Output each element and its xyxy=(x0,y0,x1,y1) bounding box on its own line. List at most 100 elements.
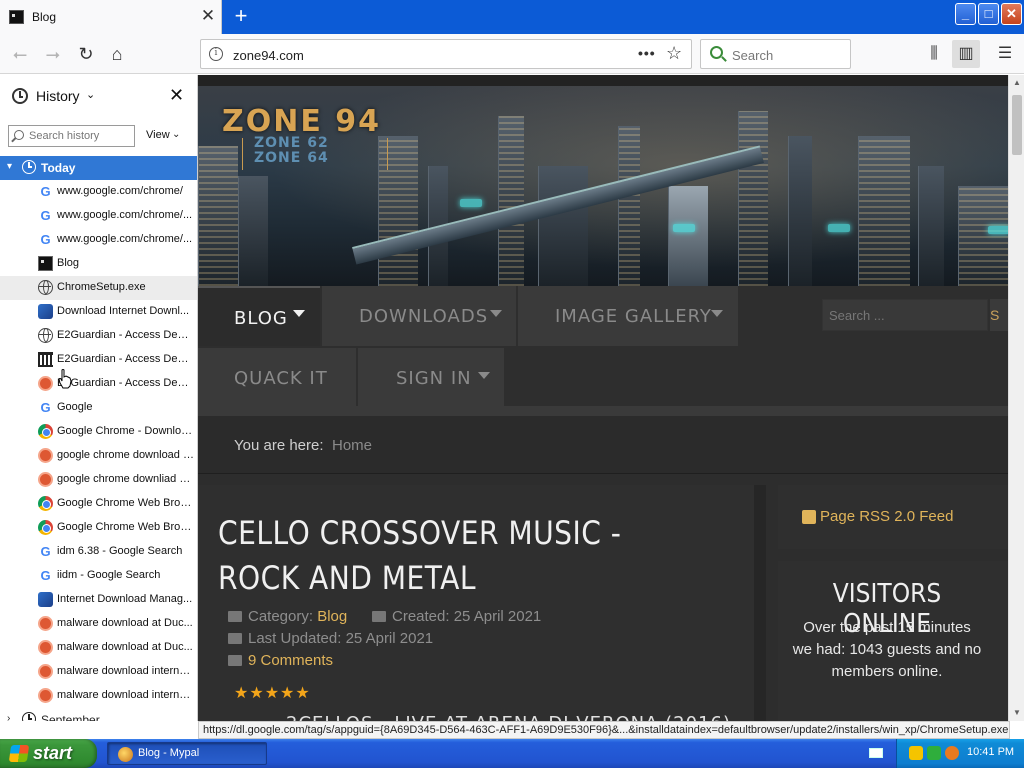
history-sidebar: History ⌄ ✕ View ⌄ ▾ Today Gwww.google.c… xyxy=(0,75,198,721)
page-content: ZONE 94 ZONE 62 ZONE 64 BLOG DOWNLOADS I… xyxy=(198,75,1008,721)
chevron-down-icon[interactable]: ⌄ xyxy=(172,129,180,140)
rss-icon xyxy=(802,510,816,524)
history-item[interactable]: Blog xyxy=(0,252,197,276)
url-bar[interactable]: i zone94.com ••• ☆ xyxy=(200,39,692,69)
history-item-label: Google Chrome Web Brow... xyxy=(57,497,194,509)
history-item-label: E2Guardian - Access Denied xyxy=(57,377,194,389)
site-logo[interactable]: ZONE 94 xyxy=(222,104,381,139)
site-search-input[interactable] xyxy=(823,300,983,330)
search-bar[interactable]: Search xyxy=(700,39,851,69)
article-category: Category: Blog xyxy=(228,608,347,625)
menu-label: BLOG xyxy=(234,308,288,329)
menu-quack-it[interactable]: QUACK IT xyxy=(198,348,356,408)
menu-downloads[interactable]: DOWNLOADS xyxy=(322,286,516,346)
keyboard-icon[interactable] xyxy=(869,748,883,758)
scrollbar-thumb[interactable] xyxy=(1012,95,1022,155)
tab-blog[interactable]: Blog ✕ xyxy=(0,0,222,34)
taskbar-item-browser[interactable]: Blog - Mypal xyxy=(107,742,267,765)
search-engine-icon[interactable] xyxy=(710,46,723,59)
close-sidebar-icon[interactable]: ✕ xyxy=(169,85,184,106)
duckduckgo-icon xyxy=(38,616,53,631)
close-tab-icon[interactable]: ✕ xyxy=(200,7,216,25)
bookmark-star-icon[interactable]: ☆ xyxy=(666,43,682,64)
history-group-september[interactable]: › September xyxy=(0,708,197,721)
menu-sign-in[interactable]: SIGN IN xyxy=(358,348,504,408)
site-search-button[interactable]: S xyxy=(990,299,1008,331)
group-label: September xyxy=(41,713,100,721)
duckduckgo-icon xyxy=(38,688,53,703)
sidebar-toggle-icon[interactable]: ▥ xyxy=(952,40,980,68)
new-tab-button[interactable]: + xyxy=(229,4,253,28)
home-button[interactable]: ⌂ xyxy=(103,40,131,68)
history-item[interactable]: google chrome downliad a... xyxy=(0,468,197,492)
mypal-icon xyxy=(118,747,133,762)
scroll-up-icon[interactable]: ▲ xyxy=(1009,75,1024,91)
history-item[interactable]: E2Guardian - Access Denied xyxy=(0,372,197,396)
page-actions-icon[interactable]: ••• xyxy=(638,45,656,61)
chevron-down-icon[interactable]: ⌄ xyxy=(86,88,95,101)
history-item[interactable]: ChromeSetup.exe xyxy=(0,276,197,300)
history-item[interactable]: Download Internet Downl... xyxy=(0,300,197,324)
site-info-icon[interactable]: i xyxy=(209,47,223,61)
reload-button[interactable]: ↻ xyxy=(72,40,100,68)
history-search-input[interactable] xyxy=(29,128,133,144)
security-shield-icon[interactable] xyxy=(909,746,923,760)
menu-icon[interactable]: ☰ xyxy=(991,40,1019,68)
menu-blog[interactable]: BLOG xyxy=(198,286,320,346)
network-icon[interactable] xyxy=(927,746,941,760)
history-item-label: google chrome download a... xyxy=(57,449,194,461)
history-item[interactable]: Gidm 6.38 - Google Search xyxy=(0,540,197,564)
history-group-today[interactable]: ▾ Today xyxy=(0,156,197,180)
rss-link[interactable]: Page RSS 2.0 Feed xyxy=(820,508,953,525)
bank-icon xyxy=(38,352,53,367)
search-tray-icon[interactable] xyxy=(945,746,959,760)
view-menu-button[interactable]: View xyxy=(146,129,170,141)
history-item[interactable]: malware download interne... xyxy=(0,660,197,684)
folder-icon xyxy=(228,611,242,622)
history-item[interactable]: E2Guardian - Access Denied xyxy=(0,324,197,348)
breadcrumb-home-link[interactable]: Home xyxy=(332,437,372,454)
caret-down-icon xyxy=(293,310,305,317)
clock[interactable]: 10:41 PM xyxy=(967,746,1014,758)
start-button[interactable]: start xyxy=(0,739,97,768)
history-item[interactable]: E2Guardian - Access Denied xyxy=(0,348,197,372)
close-window-button[interactable]: ✕ xyxy=(1001,3,1022,25)
history-item[interactable]: Google Chrome - Downloa... xyxy=(0,420,197,444)
history-item[interactable]: Gwww.google.com/chrome/... xyxy=(0,204,197,228)
history-item[interactable]: google chrome download a... xyxy=(0,444,197,468)
article-title[interactable]: CELLO CROSSOVER MUSIC - ROCK AND METAL xyxy=(218,511,693,601)
history-item[interactable]: malware download at Duc... xyxy=(0,636,197,660)
minimize-button[interactable]: _ xyxy=(955,3,976,25)
mouse-cursor-icon xyxy=(58,369,72,389)
category-link[interactable]: Blog xyxy=(317,608,347,625)
history-search[interactable] xyxy=(8,125,135,147)
site-search-box[interactable] xyxy=(822,299,988,331)
comments-link[interactable]: 9 Comments xyxy=(248,652,333,669)
history-item[interactable]: Google Chrome Web Brow... xyxy=(0,516,197,540)
menu-label: DOWNLOADS xyxy=(359,306,489,327)
status-url-tooltip: https://dl.google.com/tag/s/appguid={8A6… xyxy=(198,721,1010,739)
history-item[interactable]: Internet Download Manag... xyxy=(0,588,197,612)
history-item[interactable]: Google Chrome Web Brow... xyxy=(0,492,197,516)
library-icon[interactable]: ⫼ xyxy=(920,40,948,68)
history-item[interactable]: malware download at Duc... xyxy=(0,612,197,636)
history-item[interactable]: malware download interne... xyxy=(0,684,197,708)
history-item[interactable]: G Google xyxy=(0,396,197,420)
maximize-button[interactable]: □ xyxy=(978,3,999,25)
forward-button[interactable]: ⭢ xyxy=(39,40,67,68)
scroll-down-icon[interactable]: ▼ xyxy=(1009,705,1024,721)
history-item[interactable]: Gwww.google.com/chrome/ xyxy=(0,180,197,204)
url-text[interactable]: zone94.com xyxy=(233,48,304,63)
expanded-twisty-icon[interactable]: ▾ xyxy=(7,161,17,172)
back-button[interactable]: ⭠ xyxy=(6,40,34,68)
caret-down-icon xyxy=(478,372,490,379)
menu-image-gallery[interactable]: IMAGE GALLERY xyxy=(518,286,738,346)
page-scrollbar[interactable]: ▲ ▼ xyxy=(1008,75,1024,721)
collapsed-twisty-icon[interactable]: › xyxy=(7,713,17,721)
history-item[interactable]: Gwww.google.com/chrome/... xyxy=(0,228,197,252)
rating-stars[interactable]: ★★★★★ xyxy=(234,683,311,703)
article-subheading: 2CELLOS - LIVE AT ARENA DI VERONA (2016) xyxy=(286,713,731,721)
history-item[interactable]: Giidm - Google Search xyxy=(0,564,197,588)
navigation-toolbar: ⭠ ⭢ ↻ ⌂ i zone94.com ••• ☆ Search ⫼ ▥ ☰ xyxy=(0,34,1024,74)
sidebar-title[interactable]: History xyxy=(36,88,80,104)
